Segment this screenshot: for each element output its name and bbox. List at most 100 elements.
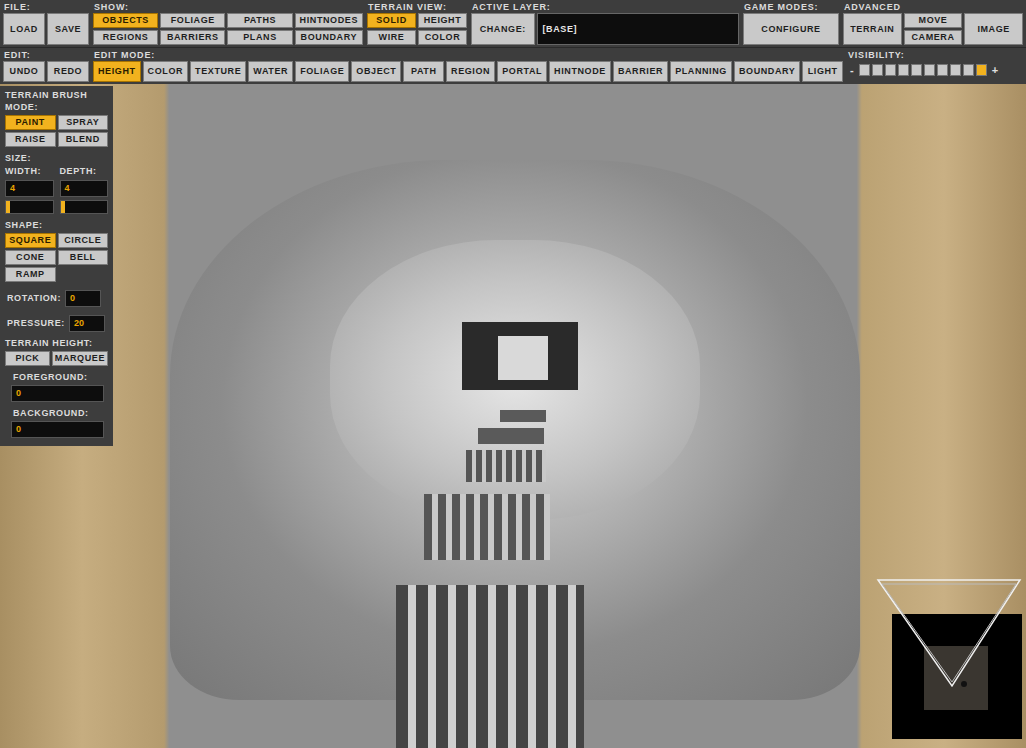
toolbar-button[interactable]: PICK bbox=[5, 351, 50, 366]
toolbar-button[interactable]: PATH bbox=[403, 61, 444, 82]
group-label: FILE: bbox=[3, 2, 89, 13]
button-column: LOAD bbox=[3, 13, 45, 45]
toolbar-button[interactable]: SOLID bbox=[367, 13, 416, 28]
visibility-slider[interactable]: -+ bbox=[847, 64, 1023, 76]
group-label: EDIT MODE: bbox=[93, 50, 843, 61]
toolbar-button[interactable]: TEXTURE bbox=[190, 61, 246, 82]
toolbar-button[interactable]: LOAD bbox=[3, 13, 45, 45]
visibility-cell[interactable] bbox=[963, 64, 974, 76]
size-input[interactable]: 4 bbox=[5, 180, 54, 197]
toolbar-button[interactable]: REDO bbox=[47, 61, 89, 82]
toolbar-button[interactable]: BARRIER bbox=[613, 61, 668, 82]
toolbar-button[interactable]: CONFIGURE bbox=[743, 13, 839, 45]
button-column: TEXTURE bbox=[190, 61, 246, 82]
toolbar-button[interactable]: FOLIAGE bbox=[295, 61, 349, 82]
group-buttons: CONFIGURE bbox=[743, 13, 839, 45]
toolbar-button[interactable]: PAINT bbox=[5, 115, 56, 130]
toolbar-button[interactable]: UNDO bbox=[3, 61, 45, 82]
group-label: SHOW: bbox=[93, 2, 363, 13]
toolbar-button[interactable]: RAISE bbox=[5, 132, 56, 147]
toolbar-button[interactable]: OBJECT bbox=[351, 61, 401, 82]
button-column: PATHS PLANS bbox=[227, 13, 292, 45]
toolbar-button[interactable]: REGIONS bbox=[93, 30, 158, 45]
visibility-cell[interactable] bbox=[976, 64, 987, 76]
toolbar-button[interactable]: WIRE bbox=[367, 30, 416, 45]
viewport[interactable] bbox=[0, 0, 1026, 748]
toolbar-button[interactable]: HEIGHT bbox=[418, 13, 467, 28]
toolbar-button[interactable]: HEIGHT bbox=[93, 61, 141, 82]
size-column: WIDTH: 4 bbox=[5, 166, 54, 214]
button-column: LIGHT bbox=[802, 61, 843, 82]
size-slider[interactable] bbox=[60, 200, 109, 214]
button-column: OBJECTS REGIONS bbox=[93, 13, 158, 45]
toolbar-button[interactable]: BELL bbox=[58, 250, 109, 265]
size-input[interactable]: 4 bbox=[60, 180, 109, 197]
minimap[interactable] bbox=[892, 614, 1022, 739]
button-column: SOLID WIRE bbox=[367, 13, 416, 45]
visibility-cell[interactable] bbox=[937, 64, 948, 76]
rotation-row: ROTATION:0 bbox=[5, 290, 108, 307]
foreground-input[interactable]: 0 bbox=[11, 385, 104, 402]
layer-field[interactable]: [BASE] bbox=[537, 13, 740, 45]
visibility-cell[interactable] bbox=[950, 64, 961, 76]
section-label: SIZE: bbox=[5, 153, 108, 164]
group-label: TERRAIN VIEW: bbox=[367, 2, 467, 13]
rotation-input[interactable]: 0 bbox=[65, 290, 101, 307]
toolbar-button[interactable]: LIGHT bbox=[802, 61, 843, 82]
toolbar-button[interactable]: WATER bbox=[248, 61, 293, 82]
toolbar-button[interactable]: CONE bbox=[5, 250, 56, 265]
toolbar-button[interactable]: COLOR bbox=[418, 30, 467, 45]
toolbar-button[interactable]: FOLIAGE bbox=[160, 13, 225, 28]
visibility-cell[interactable] bbox=[872, 64, 883, 76]
toolbar-button[interactable]: CIRCLE bbox=[58, 233, 109, 248]
toolbar-button[interactable]: SQUARE bbox=[5, 233, 56, 248]
main-toolbar: FILE:LOADSAVE SHOW:OBJECTS REGIONSFOLIAGE B… bbox=[0, 0, 1026, 48]
toolbar-button[interactable]: SPRAY bbox=[58, 115, 109, 130]
toolbar-button[interactable]: PATHS bbox=[227, 13, 292, 28]
toolbar-button[interactable]: IMAGE bbox=[964, 13, 1023, 45]
visibility-cell[interactable] bbox=[859, 64, 870, 76]
toolbar-button[interactable]: SAVE bbox=[47, 13, 89, 45]
button-column: FOLIAGE BARRIERS bbox=[160, 13, 225, 45]
button-column: COLOR bbox=[143, 61, 189, 82]
toolbar-group: EDIT MODE:HEIGHTCOLORTEXTUREWATERFOLIAGE… bbox=[93, 50, 843, 82]
visibility-group: VISIBILITY:-+ bbox=[847, 50, 1023, 82]
visibility-cell[interactable] bbox=[885, 64, 896, 76]
field-label: WIDTH: bbox=[5, 166, 54, 177]
toolbar-button[interactable]: RAMP bbox=[5, 267, 56, 282]
button-column: HINTNODE bbox=[549, 61, 611, 82]
visibility-increase[interactable]: + bbox=[989, 64, 1001, 76]
toolbar-button[interactable]: PLANS bbox=[227, 30, 292, 45]
toolbar-button[interactable]: PLANNING bbox=[670, 61, 732, 82]
toolbar-button[interactable]: OBJECTS bbox=[93, 13, 158, 28]
size-slider[interactable] bbox=[5, 200, 54, 214]
button-column: UNDO bbox=[3, 61, 45, 82]
toolbar-button[interactable]: BOUNDARY bbox=[295, 30, 363, 45]
toolbar-button[interactable]: MARQUEE bbox=[52, 351, 108, 366]
toolbar-button[interactable]: BLEND bbox=[58, 132, 109, 147]
visibility-decrease[interactable]: - bbox=[847, 64, 857, 76]
background-input[interactable]: 0 bbox=[11, 421, 104, 438]
toolbar-button[interactable]: HINTNODE bbox=[549, 61, 611, 82]
button-column: REDO bbox=[47, 61, 89, 82]
field-label: DEPTH: bbox=[60, 166, 109, 177]
visibility-cell[interactable] bbox=[898, 64, 909, 76]
toolbar-button[interactable]: REGION bbox=[446, 61, 495, 82]
visibility-cell[interactable] bbox=[911, 64, 922, 76]
toolbar-button[interactable]: CHANGE: bbox=[471, 13, 535, 45]
toolbar-button[interactable]: PORTAL bbox=[497, 61, 547, 82]
toolbar-button[interactable]: BOUNDARY bbox=[734, 61, 800, 82]
pressure-input[interactable]: 20 bbox=[69, 315, 105, 332]
section-label: MODE: bbox=[5, 102, 108, 113]
toolbar-button[interactable]: BARRIERS bbox=[160, 30, 225, 45]
pressure-row: PRESSURE:20 bbox=[5, 315, 108, 332]
visibility-cell[interactable] bbox=[924, 64, 935, 76]
button-column: HINTNODES BOUNDARY bbox=[295, 13, 363, 45]
toolbar-button[interactable]: CAMERA bbox=[904, 30, 963, 45]
toolbar-button[interactable]: HINTNODES bbox=[295, 13, 363, 28]
camera-frustum-icon bbox=[892, 614, 1022, 739]
button-grid: SQUARECIRCLECONEBELLRAMP bbox=[5, 233, 108, 282]
toolbar-button[interactable]: COLOR bbox=[143, 61, 189, 82]
toolbar-button[interactable]: MOVE bbox=[904, 13, 963, 28]
toolbar-button[interactable]: TERRAIN bbox=[843, 13, 902, 45]
